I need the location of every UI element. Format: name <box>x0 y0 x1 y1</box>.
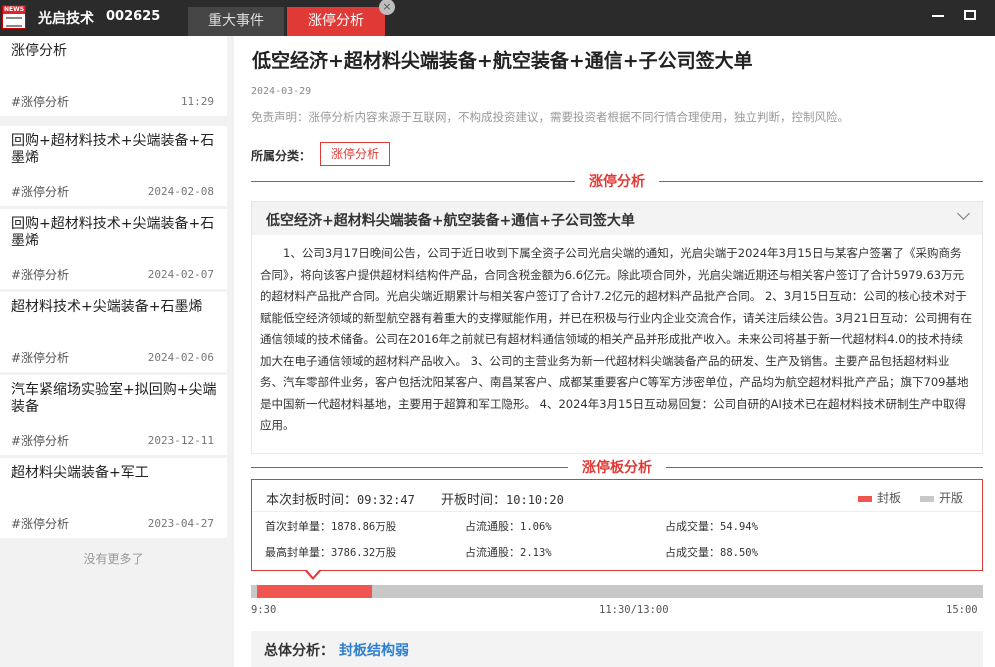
stat-max-seal-volume: 最高封单量：3786.32万股 <box>265 546 397 559</box>
sidebar-item-tag: #涨停分析 <box>11 268 70 282</box>
stat-first-float-ratio: 占流通股：1.06% <box>465 520 552 533</box>
tab-limit-up-analysis[interactable]: 涨停分析 <box>287 7 385 36</box>
tab-close-icon[interactable]: × <box>379 0 395 15</box>
sidebar-item-title: 超材料技术+尖端装备+石墨烯 <box>11 299 203 315</box>
article-panel: 低空经济+超材料尖端装备+航空装备+通信+子公司签大单 2024-03-29 免… <box>234 36 995 667</box>
stock-code: 002625 <box>106 9 161 24</box>
seal-timeline <box>251 585 983 598</box>
chevron-down-icon[interactable] <box>957 207 970 220</box>
sidebar-list-item[interactable]: 汽车紧缩场实验室+拟回购+尖端装备 #涨停分析 2023-12-11 <box>0 375 227 455</box>
sidebar-item-tag: #涨停分析 <box>11 95 70 109</box>
sidebar-list-item[interactable]: 超材料技术+尖端装备+石墨烯 #涨停分析 2024-02-06 <box>0 292 227 372</box>
open-time-value: 10:10:20 <box>506 493 564 507</box>
sidebar-item-title: 汽车紧缩场实验室+拟回购+尖端装备 <box>11 382 217 415</box>
sidebar-item-title: 超材料尖端装备+军工 <box>11 465 149 481</box>
title-bar: NEWS 光启技术 002625 重大事件 涨停分析 × <box>0 0 995 36</box>
legend-swatch-open <box>920 495 934 502</box>
sidebar-item-tag: #涨停分析 <box>11 434 70 448</box>
section-header-analysis: 涨停分析 <box>251 171 983 191</box>
sidebar-list-item[interactable]: 回购+超材料技术+尖端装备+石墨烯 #涨停分析 2024-02-07 <box>0 209 227 289</box>
stock-name: 光启技术 <box>38 11 94 27</box>
analysis-card: 低空经济+超材料尖端装备+航空装备+通信+子公司签大单 1、公司3月17日晚间公… <box>251 201 983 454</box>
sidebar-item-date: 11:29 <box>180 95 214 108</box>
timeline-start-label: 9:30 <box>251 604 277 616</box>
sidebar-item-tag: #涨停分析 <box>11 517 70 531</box>
analysis-body: 1、公司3月17日晚间公告，公司于近日收到下属全资子公司光启尖端的通知，光启尖端… <box>260 246 972 432</box>
open-time: 开板时间：10:10:20 <box>441 493 564 508</box>
sidebar-item-date: 2024-02-07 <box>147 268 214 281</box>
timeline-end-label: 15:00 <box>946 604 978 616</box>
sidebar-item-title: 回购+超材料技术+尖端装备+石墨烯 <box>11 216 215 249</box>
sidebar-list-item[interactable]: 涨停分析 #涨停分析 11:29 <box>0 36 227 116</box>
sidebar-item-date: 2024-02-08 <box>147 185 214 198</box>
sidebar-item-title: 回购+超材料技术+尖端装备+石墨烯 <box>11 133 215 166</box>
legend-open: 开版 <box>920 489 963 506</box>
stat-max-float-ratio: 占流通股：2.13% <box>465 546 552 559</box>
sidebar-item-tag: #涨停分析 <box>11 351 70 365</box>
sidebar-item-date: 2023-04-27 <box>147 517 214 530</box>
legend-seal: 封板 <box>858 489 901 506</box>
category-label: 所属分类： <box>251 149 312 163</box>
disclaimer: 免责声明：涨停分析内容来源于互联网，不构成投资建议，需要投资者根据不同行情合理使… <box>251 110 849 124</box>
seal-time: 本次封板时间：09:32:47 <box>266 493 415 508</box>
stat-max-volume-ratio: 占成交量：88.50% <box>665 546 758 559</box>
maximize-icon[interactable] <box>964 10 976 20</box>
category-chip[interactable]: 涨停分析 <box>320 142 390 166</box>
minimize-icon[interactable] <box>932 15 944 17</box>
section-title: 涨停分析 <box>575 174 659 190</box>
analysis-card-title: 低空经济+超材料尖端装备+航空装备+通信+子公司签大单 <box>266 213 635 229</box>
sidebar-item-tag: #涨停分析 <box>11 185 70 199</box>
board-card: 本次封板时间：09:32:47 开板时间：10:10:20 封板 开版 首次封单… <box>251 479 983 571</box>
section-title: 涨停板分析 <box>568 460 666 476</box>
sidebar-item-date: 2023-12-11 <box>147 434 214 447</box>
tab-major-events[interactable]: 重大事件 <box>188 7 284 36</box>
sidebar-list-item[interactable]: 回购+超材料技术+尖端装备+石墨烯 #涨停分析 2024-02-08 <box>0 126 227 206</box>
news-app-icon: NEWS <box>2 5 26 29</box>
stat-first-seal-volume: 首次封单量：1878.86万股 <box>265 520 397 533</box>
stat-first-volume-ratio: 占成交量：54.94% <box>665 520 758 533</box>
article-title: 低空经济+超材料尖端装备+航空装备+通信+子公司签大单 <box>252 50 753 72</box>
board-stats: 首次封单量：1878.86万股 占流通股：1.06% 占成交量：54.94% 最… <box>252 511 982 570</box>
summary-label: 总体分析： <box>264 643 334 659</box>
no-more-text: 没有更多了 <box>83 552 144 566</box>
sidebar: 涨停分析 #涨停分析 11:29 回购+超材料技术+尖端装备+石墨烯 #涨停分析… <box>0 36 234 667</box>
sidebar-item-date: 2024-02-06 <box>147 351 214 364</box>
timeline-sealed-segment <box>257 585 372 598</box>
seal-time-value: 09:32:47 <box>357 493 415 507</box>
article-date: 2024-03-29 <box>251 86 312 97</box>
analysis-card-header[interactable]: 低空经济+超材料尖端装备+航空装备+通信+子公司签大单 <box>252 202 982 235</box>
summary-value: 封板结构弱 <box>339 643 409 659</box>
section-header-board: 涨停板分析 <box>251 457 983 477</box>
sidebar-item-title: 涨停分析 <box>11 43 67 59</box>
timeline-mid-label: 11:30/13:00 <box>599 604 669 616</box>
sidebar-list-item[interactable]: 超材料尖端装备+军工 #涨停分析 2023-04-27 <box>0 458 227 538</box>
summary-bar: 总体分析： 封板结构弱 <box>251 631 983 667</box>
legend-swatch-seal <box>858 495 872 502</box>
